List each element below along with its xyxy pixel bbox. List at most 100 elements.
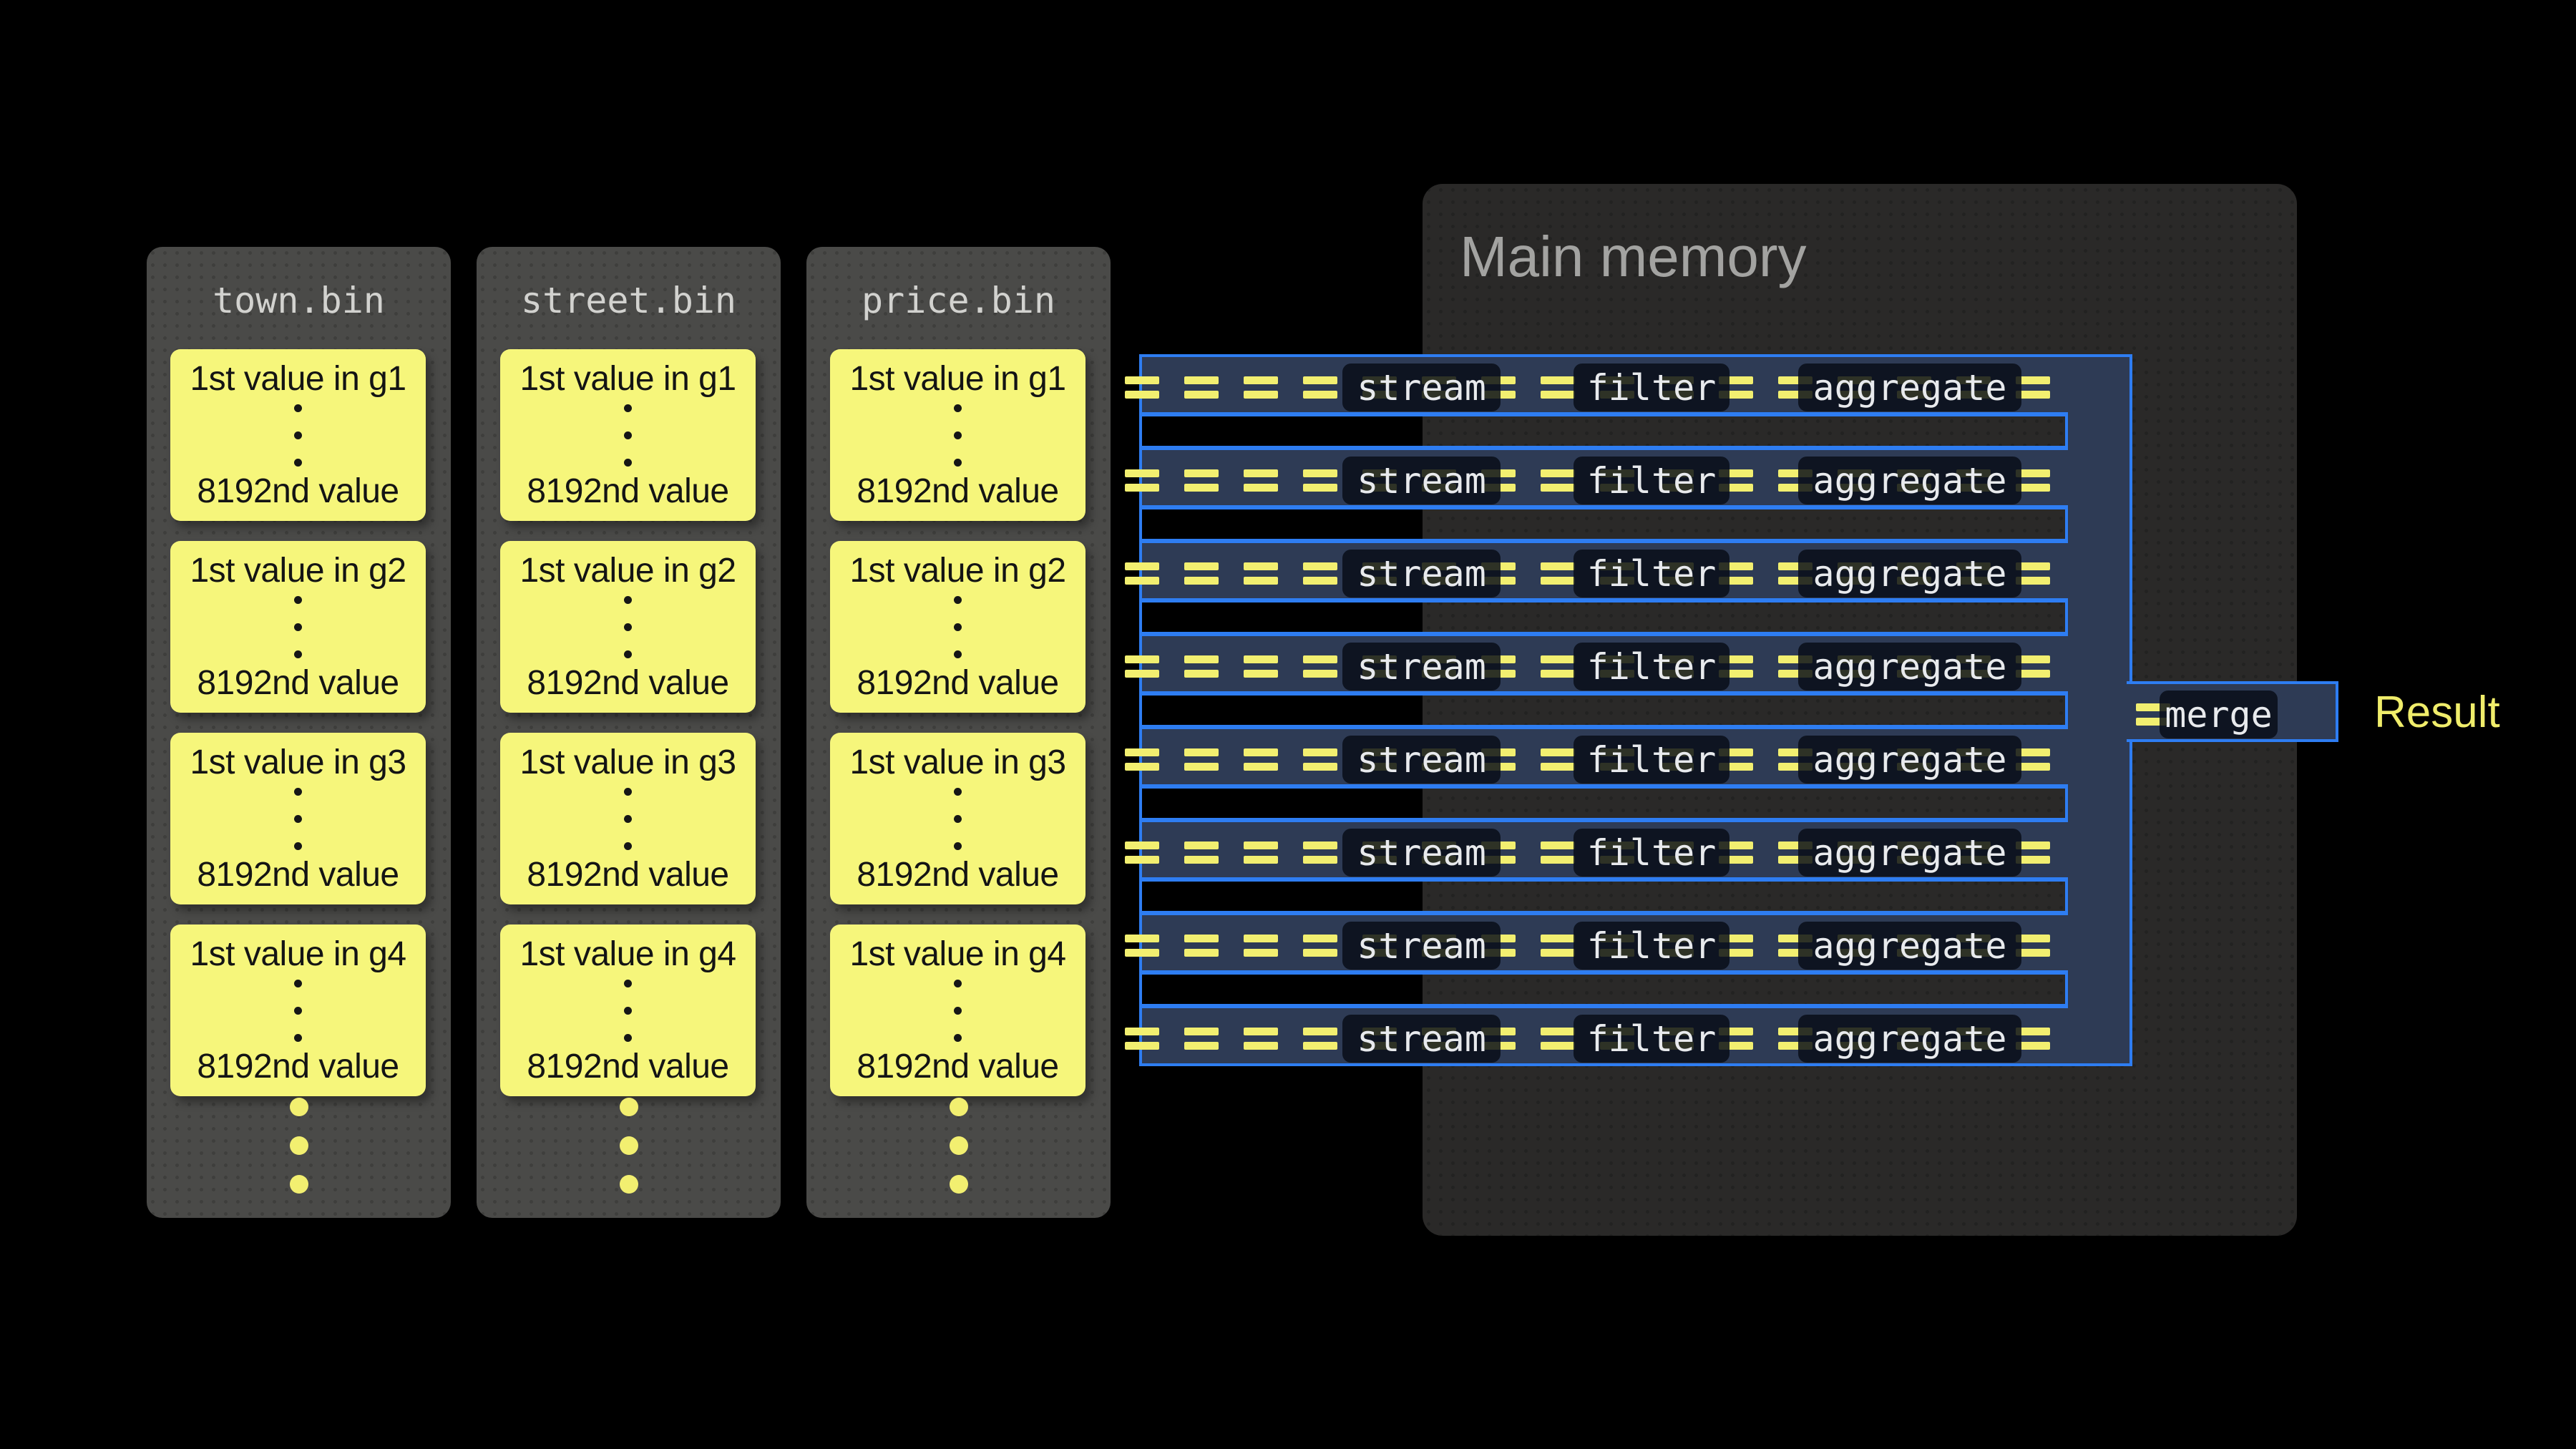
stage-box-aggregate: aggregate bbox=[1798, 457, 2021, 504]
data-chunk-icon bbox=[1541, 935, 1575, 957]
data-chunk-icon bbox=[1303, 469, 1337, 492]
data-chunk-icon bbox=[1125, 841, 1159, 864]
granule-last-value: 8192nd value bbox=[197, 663, 399, 703]
pipeline-thin-lane bbox=[1139, 693, 2068, 728]
data-chunk-icon bbox=[1303, 935, 1337, 957]
merge-label: merge bbox=[2165, 694, 2273, 736]
granule-block: 1st value in g3 8192nd value bbox=[500, 733, 756, 904]
pipeline-thin-lane bbox=[1139, 786, 2068, 821]
data-chunk-icon bbox=[1125, 655, 1159, 678]
data-chunk-icon bbox=[1244, 655, 1278, 678]
pipeline-lane: streamfilteraggregate bbox=[1139, 819, 2068, 880]
granule-last-value: 8192nd value bbox=[527, 472, 728, 511]
diagram-canvas: town.bin 1st value in g1 8192nd value 1s… bbox=[0, 0, 2576, 1449]
ellipsis-dots-icon bbox=[294, 404, 302, 467]
granule-last-value: 8192nd value bbox=[857, 855, 1058, 894]
granule-first-value: 1st value in g1 bbox=[849, 359, 1065, 399]
stage-box-aggregate: aggregate bbox=[1798, 1015, 2021, 1063]
data-chunk-icon bbox=[1184, 935, 1219, 957]
data-chunk-icon bbox=[1303, 1028, 1337, 1050]
stage-box-aggregate: aggregate bbox=[1798, 736, 2021, 784]
data-chunk-icon bbox=[1184, 376, 1219, 399]
data-chunk-icon bbox=[1541, 376, 1575, 399]
granule-block: 1st value in g4 8192nd value bbox=[830, 924, 1085, 1096]
stage-box-stream: stream bbox=[1342, 829, 1501, 877]
ellipsis-dots-icon bbox=[954, 980, 962, 1042]
stage-box-stream: stream bbox=[1342, 1015, 1501, 1063]
file-column-street: street.bin 1st value in g1 8192nd value … bbox=[477, 247, 781, 1218]
stage-box-aggregate: aggregate bbox=[1798, 643, 2021, 691]
granule-first-value: 1st value in g3 bbox=[849, 743, 1065, 782]
data-chunk-icon bbox=[1184, 748, 1219, 771]
merge-box: merge bbox=[2160, 691, 2278, 738]
granule-last-value: 8192nd value bbox=[197, 472, 399, 511]
pipeline-lane: streamfilteraggregate bbox=[1139, 540, 2068, 601]
ellipsis-dots-icon bbox=[806, 1098, 1111, 1194]
granule-first-value: 1st value in g3 bbox=[190, 743, 406, 782]
file-title: price.bin bbox=[806, 275, 1111, 326]
granule-last-value: 8192nd value bbox=[527, 1047, 728, 1086]
stage-box-aggregate: aggregate bbox=[1798, 922, 2021, 970]
stage-box-filter: filter bbox=[1574, 736, 1729, 784]
stage-box-filter: filter bbox=[1574, 922, 1729, 970]
data-chunk-icon bbox=[1541, 748, 1575, 771]
data-chunk-icon bbox=[1541, 655, 1575, 678]
ellipsis-dots-icon bbox=[954, 596, 962, 658]
main-memory-title: Main memory bbox=[1460, 224, 1807, 290]
data-chunk-icon bbox=[1244, 376, 1278, 399]
pipeline-lane: stream filter aggregate bbox=[1139, 354, 2068, 415]
granule-block: 1st value in g2 8192nd value bbox=[170, 541, 426, 713]
file-title: town.bin bbox=[147, 275, 451, 326]
ellipsis-dots-icon bbox=[624, 788, 632, 850]
granule-first-value: 1st value in g1 bbox=[519, 359, 736, 399]
pipeline-thin-lane bbox=[1139, 414, 2068, 449]
granule-first-value: 1st value in g4 bbox=[849, 935, 1065, 974]
data-chunk-icon bbox=[1541, 469, 1575, 492]
data-chunk-icon bbox=[1303, 841, 1337, 864]
granule-block: 1st value in g2 8192nd value bbox=[500, 541, 756, 713]
granule-block: 1st value in g4 8192nd value bbox=[500, 924, 756, 1096]
data-chunk-icon bbox=[1184, 841, 1219, 864]
data-chunk-icon bbox=[1303, 562, 1337, 585]
data-chunk-icon bbox=[1125, 562, 1159, 585]
stage-box-aggregate: aggregate bbox=[1798, 364, 2021, 411]
ellipsis-dots-icon bbox=[477, 1098, 781, 1194]
pipeline-lane: streamfilteraggregate bbox=[1139, 447, 2068, 508]
stage-box-filter: filter bbox=[1574, 364, 1729, 411]
stage-box-stream: stream bbox=[1342, 364, 1501, 411]
ellipsis-dots-icon bbox=[294, 788, 302, 850]
granule-last-value: 8192nd value bbox=[857, 472, 1058, 511]
stage-box-stream: stream bbox=[1342, 457, 1501, 504]
pipeline-lane: streamfilteraggregate bbox=[1139, 912, 2068, 973]
result-label: Result bbox=[2374, 686, 2500, 740]
pipeline-thin-lane bbox=[1139, 972, 2068, 1007]
granule-first-value: 1st value in g4 bbox=[190, 935, 406, 974]
data-chunk-icon bbox=[1244, 748, 1278, 771]
stage-box-filter: filter bbox=[1574, 1015, 1729, 1063]
data-chunk-icon bbox=[1541, 562, 1575, 585]
data-chunk-icon bbox=[1125, 469, 1159, 492]
pipeline-lane: stream filter aggregate bbox=[1139, 1005, 2068, 1066]
pipeline-thin-lane bbox=[1139, 600, 2068, 635]
ellipsis-dots-icon bbox=[954, 404, 962, 467]
ellipsis-dots-icon bbox=[147, 1098, 451, 1194]
data-chunk-icon bbox=[1184, 469, 1219, 492]
stage-box-stream: stream bbox=[1342, 643, 1501, 691]
granule-first-value: 1st value in g2 bbox=[849, 551, 1065, 590]
data-chunk-icon bbox=[1125, 935, 1159, 957]
granule-block: 1st value in g2 8192nd value bbox=[830, 541, 1085, 713]
merge-lane: merge bbox=[2127, 681, 2338, 742]
ellipsis-dots-icon bbox=[294, 596, 302, 658]
pipeline-thin-lane bbox=[1139, 507, 2068, 542]
file-column-town: town.bin 1st value in g1 8192nd value 1s… bbox=[147, 247, 451, 1218]
data-chunk-icon bbox=[1125, 1028, 1159, 1050]
ellipsis-dots-icon bbox=[624, 596, 632, 658]
granule-last-value: 8192nd value bbox=[197, 1047, 399, 1086]
data-chunk-icon bbox=[1303, 376, 1337, 399]
file-title: street.bin bbox=[477, 275, 781, 326]
stage-box-stream: stream bbox=[1342, 736, 1501, 784]
data-chunk-icon bbox=[1244, 469, 1278, 492]
data-chunk-icon bbox=[1303, 655, 1337, 678]
granule-first-value: 1st value in g2 bbox=[519, 551, 736, 590]
granule-first-value: 1st value in g2 bbox=[190, 551, 406, 590]
